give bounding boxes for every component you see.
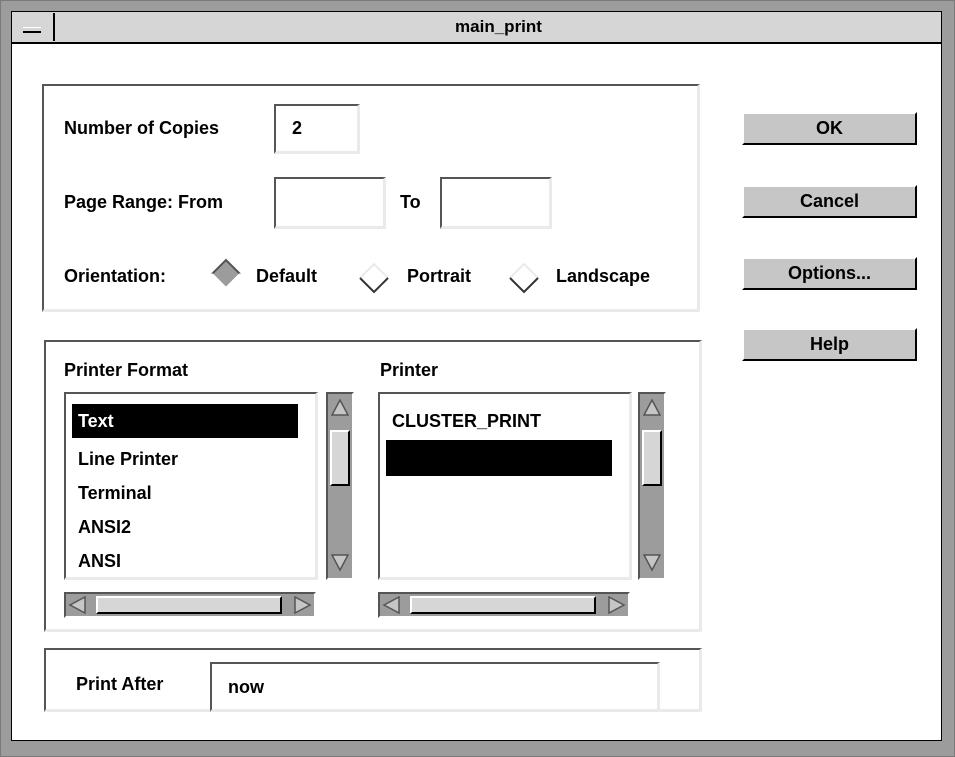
printer-format-list[interactable]: Text Line Printer Terminal ANSI2 ANSI <box>64 392 318 580</box>
radio-unselected-icon <box>509 262 539 294</box>
printer-format-hscrollbar[interactable] <box>64 592 316 618</box>
help-button[interactable]: Help <box>742 328 917 361</box>
printer-selection-group: Printer Format Text Line Printer Termina… <box>44 340 702 632</box>
printer-format-label: Printer Format <box>64 360 189 380</box>
window-menu-button[interactable] <box>13 13 55 41</box>
cancel-button[interactable]: Cancel <box>742 185 917 218</box>
ok-button[interactable]: OK <box>742 112 917 145</box>
options-button[interactable]: Options... <box>742 257 917 290</box>
arrow-up-icon[interactable] <box>642 398 662 418</box>
orientation-landscape-label: Landscape <box>556 266 651 286</box>
copies-label: Number of Copies <box>64 118 220 138</box>
radio-unselected-icon <box>359 262 389 294</box>
page-range-from-field[interactable] <box>274 177 386 229</box>
radio-selected-icon <box>211 258 241 290</box>
window-title: main_print <box>455 17 542 36</box>
scroll-thumb[interactable] <box>330 430 350 486</box>
print-after-group: Print After now <box>44 648 702 712</box>
list-item[interactable]: Terminal <box>72 476 152 510</box>
list-item[interactable]: ANSI <box>72 544 121 578</box>
list-item[interactable]: Text <box>72 404 298 438</box>
orientation-label: Orientation: <box>64 266 166 286</box>
list-item[interactable]: Line Printer <box>72 442 178 476</box>
printer-label: Printer <box>380 360 439 380</box>
print-after-field[interactable]: now <box>210 662 660 712</box>
orientation-portrait-label: Portrait <box>407 266 472 286</box>
page-range-from-label: Page Range: From <box>64 192 224 212</box>
print-dialog-window: main_print Number of Copies 2 Page Range… <box>0 0 955 757</box>
arrow-up-icon[interactable] <box>330 398 350 418</box>
arrow-left-icon[interactable] <box>382 595 402 615</box>
scroll-thumb[interactable] <box>410 596 596 614</box>
arrow-left-icon[interactable] <box>68 595 88 615</box>
printer-hscrollbar[interactable] <box>378 592 630 618</box>
page-range-to-label: To <box>400 192 421 212</box>
arrow-down-icon[interactable] <box>642 552 662 572</box>
list-item[interactable] <box>386 440 612 476</box>
printer-list[interactable]: CLUSTER_PRINT <box>378 392 632 580</box>
arrow-right-icon[interactable] <box>606 595 626 615</box>
page-range-to-field[interactable] <box>440 177 552 229</box>
window-menu-icon <box>23 27 41 33</box>
copies-field[interactable]: 2 <box>274 104 360 154</box>
scroll-thumb[interactable] <box>96 596 282 614</box>
printer-vscrollbar[interactable] <box>638 392 666 580</box>
scroll-thumb[interactable] <box>642 430 662 486</box>
title-bar[interactable]: main_print <box>11 11 942 43</box>
orientation-default-label: Default <box>256 266 318 286</box>
arrow-down-icon[interactable] <box>330 552 350 572</box>
list-item[interactable]: ANSI2 <box>72 510 131 544</box>
list-item[interactable]: CLUSTER_PRINT <box>386 404 541 438</box>
arrow-right-icon[interactable] <box>292 595 312 615</box>
print-after-label: Print After <box>76 674 164 694</box>
dialog-client-area: Number of Copies 2 Page Range: From To O… <box>11 43 942 741</box>
print-settings-group: Number of Copies 2 Page Range: From To O… <box>42 84 700 312</box>
printer-format-vscrollbar[interactable] <box>326 392 354 580</box>
